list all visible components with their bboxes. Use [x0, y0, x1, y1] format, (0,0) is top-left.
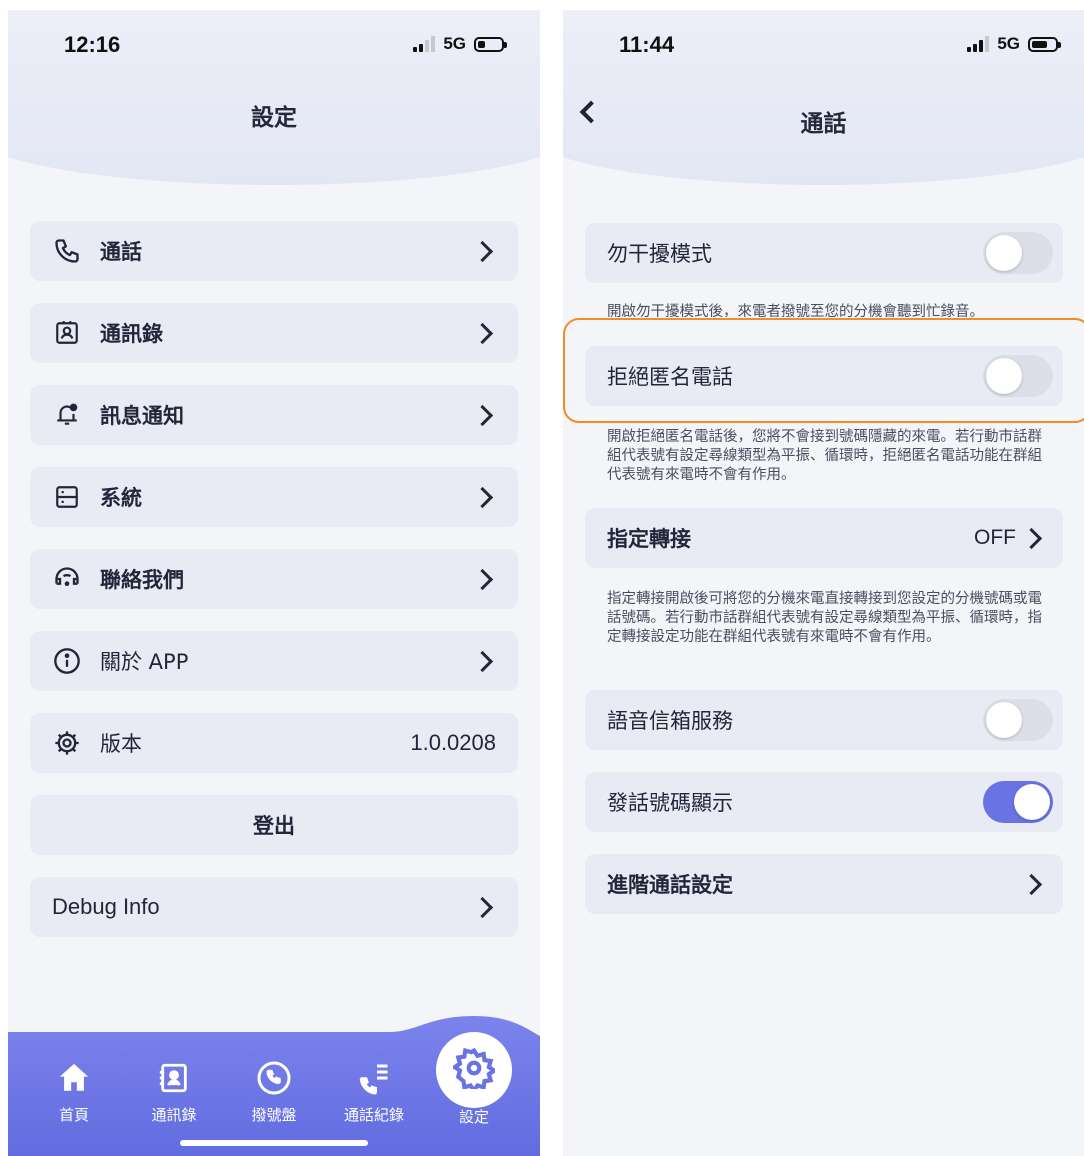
reject-anonymous-label: 拒絕匿名電話 [607, 365, 733, 389]
version-row: 版本 1.0.0208 [30, 713, 518, 773]
bell-icon [52, 400, 82, 430]
page-title: 設定 [251, 105, 297, 131]
call-forward-row[interactable]: 指定轉接 OFF [585, 508, 1063, 568]
debug-info-label: Debug Info [52, 894, 160, 919]
tab-label: 撥號盤 [251, 1106, 297, 1124]
chevron-right-icon [471, 240, 494, 262]
debug-info-row[interactable]: Debug Info [30, 877, 518, 937]
tab-dialpad[interactable]: 撥號盤 [234, 1058, 314, 1125]
menu-item-system[interactable]: 系統 [30, 467, 518, 527]
voicemail-toggle[interactable] [983, 699, 1053, 741]
tab-bar: 首頁 通訊錄 撥號盤 通話紀錄 設定 [8, 1006, 540, 1156]
menu-item-label: 聯絡我們 [100, 568, 184, 592]
status-bar: 11:44 5G [563, 10, 1084, 80]
phone-icon [52, 236, 82, 266]
chevron-right-icon [471, 896, 494, 918]
tab-label: 首頁 [58, 1106, 89, 1124]
logout-button[interactable]: 登出 [30, 795, 518, 855]
dialpad-icon [234, 1058, 314, 1098]
server-icon [52, 482, 82, 512]
version-value: 1.0.0208 [410, 730, 496, 755]
reject-anonymous-description: 開啟拒絕匿名電話後，您將不會接到號碼隱藏的來電。若行動市話群組代表號有設定尋線類… [607, 429, 1042, 483]
status-indicators: 5G [413, 34, 507, 54]
dnd-row: 勿干擾模式 [585, 223, 1063, 283]
tab-label: 通話紀錄 [343, 1106, 404, 1124]
chevron-right-icon [471, 404, 494, 426]
signal-icon [413, 36, 436, 52]
dnd-label: 勿干擾模式 [607, 242, 712, 266]
settings-screen: 12:16 5G 設定 通話 通訊錄 訊息通知 系統 聯絡我們 關於 APP 版… [8, 10, 540, 1156]
caller-id-label: 發話號碼顯示 [607, 791, 733, 815]
menu-item-label: 關於 APP [100, 650, 189, 674]
headset-icon [52, 564, 82, 594]
voicemail-row: 語音信箱服務 [585, 690, 1063, 750]
call-settings-screen: 11:44 5G 通話 勿干擾模式 開啟勿干擾模式後，來電者撥號至您的分機會聽到… [563, 10, 1084, 1156]
chevron-right-icon [1020, 527, 1043, 549]
signal-icon [967, 36, 990, 52]
chevron-right-icon [471, 322, 494, 344]
tab-home[interactable]: 首頁 [34, 1058, 114, 1125]
tab-call-log[interactable]: 通話紀錄 [334, 1058, 414, 1125]
voicemail-label: 語音信箱服務 [607, 709, 733, 733]
chevron-right-icon [471, 650, 494, 672]
contact-card-icon [52, 318, 82, 348]
tab-label: 通訊錄 [151, 1106, 197, 1124]
reject-anonymous-row: 拒絕匿名電話 [585, 346, 1063, 406]
contacts-icon [134, 1058, 214, 1098]
call-log-icon [334, 1058, 414, 1098]
status-indicators: 5G [967, 34, 1061, 54]
menu-item-label: 訊息通知 [100, 404, 184, 428]
menu-item-notifications[interactable]: 訊息通知 [30, 385, 518, 445]
battery-icon [474, 36, 507, 52]
menu-item-calls[interactable]: 通話 [30, 221, 518, 281]
call-forward-label: 指定轉接 [607, 527, 691, 551]
version-label: 版本 [100, 732, 142, 756]
network-label: 5G [997, 34, 1020, 53]
dnd-description: 開啟勿干擾模式後，來電者撥號至您的分機會聽到忙錄音。 [607, 304, 984, 317]
page-title: 通話 [800, 111, 847, 137]
caller-id-row: 發話號碼顯示 [585, 772, 1063, 832]
info-icon [52, 646, 82, 676]
advanced-call-settings-label: 進階通話設定 [607, 873, 733, 897]
tab-settings[interactable] [436, 1032, 512, 1108]
reject-anonymous-toggle[interactable] [983, 355, 1053, 397]
logout-label: 登出 [253, 814, 295, 838]
menu-item-label: 通訊錄 [100, 322, 163, 346]
status-time: 12:16 [64, 32, 121, 57]
network-label: 5G [443, 34, 466, 53]
call-forward-value: OFF [974, 526, 1016, 549]
chevron-right-icon [1020, 873, 1043, 895]
advanced-call-settings-row[interactable]: 進階通話設定 [585, 854, 1063, 914]
gear-icon [52, 728, 82, 758]
menu-item-label: 系統 [100, 486, 142, 510]
call-forward-description: 指定轉接開啟後可將您的分機來電直接轉接到您設定的分機號碼或電話號碼。若行動市話群… [607, 591, 1042, 645]
menu-item-about[interactable]: 關於 APP [30, 631, 518, 691]
tab-label: 設定 [458, 1108, 489, 1126]
battery-icon [1028, 36, 1061, 52]
status-time: 11:44 [619, 32, 675, 57]
settings-icon [450, 1047, 498, 1095]
tab-settings-label-wrap: 設定 [434, 1106, 514, 1127]
dnd-toggle[interactable] [983, 232, 1053, 274]
caller-id-toggle[interactable] [983, 781, 1053, 823]
menu-item-contact-us[interactable]: 聯絡我們 [30, 549, 518, 609]
menu-item-contacts[interactable]: 通訊錄 [30, 303, 518, 363]
home-icon [34, 1058, 114, 1098]
chevron-right-icon [471, 568, 494, 590]
status-bar: 12:16 5G [8, 10, 540, 80]
tab-contacts[interactable]: 通訊錄 [134, 1058, 214, 1125]
home-indicator [180, 1140, 368, 1146]
chevron-right-icon [471, 486, 494, 508]
menu-item-label: 通話 [100, 240, 142, 264]
